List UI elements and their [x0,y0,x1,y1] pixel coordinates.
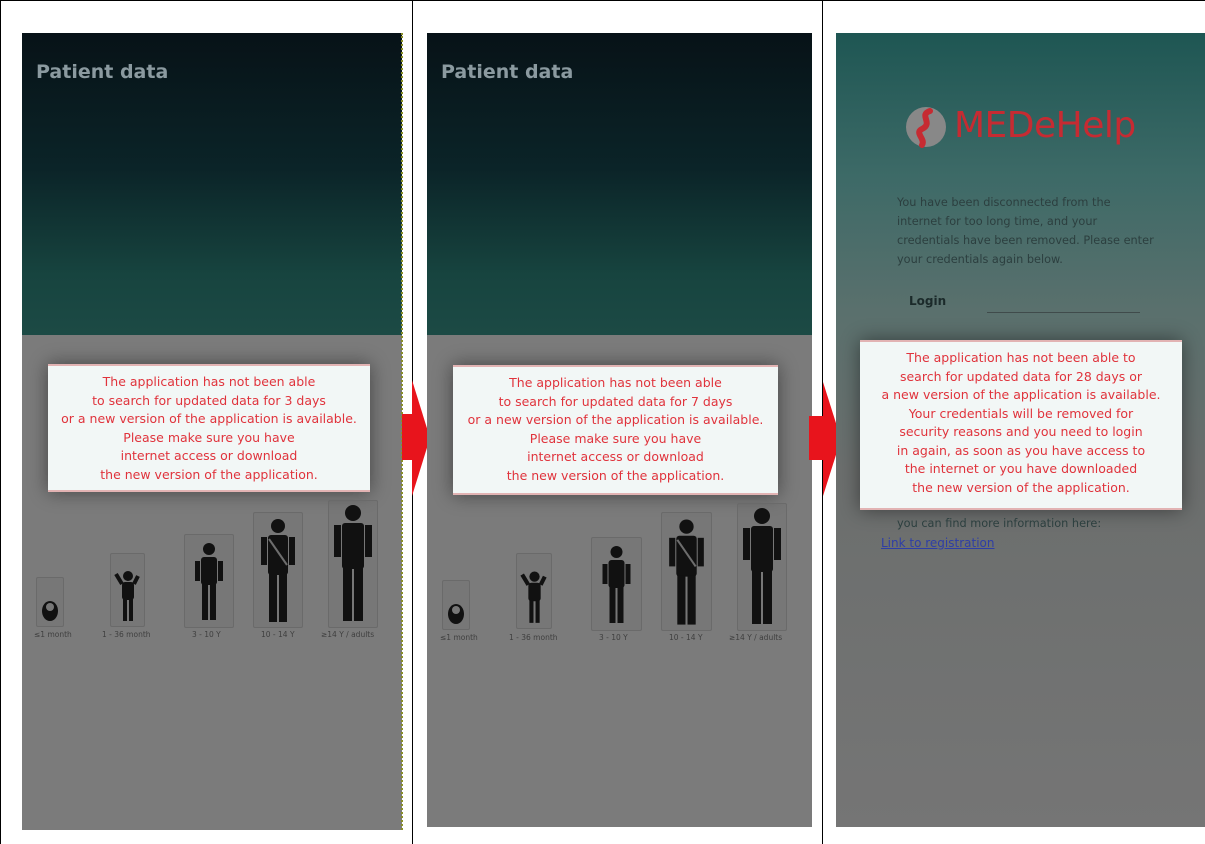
age-group-teen-button[interactable] [661,512,712,631]
adult-icon [334,505,372,621]
popup-line: The application has not been able [509,375,722,390]
popup-line: internet access or download [120,448,298,463]
screen-3-days: Patient data The application has not bee… [22,33,402,830]
logo-text: MEDeHelp [954,105,1136,146]
age-group-label: ≤1 month [34,630,72,639]
medehelp-logo-icon [906,107,946,148]
screen-28-days-login: MEDeHelp You have been disconnected from… [836,33,1205,827]
age-group-label: 3 - 10 Y [599,633,628,642]
popup-line: The application has not been able [102,374,316,389]
popup-line: internet access or download [527,449,704,464]
popup-line: the new version of the application. [100,466,318,482]
popup-line: to search for updated data for 7 days [498,393,733,409]
registration-link[interactable]: Link to registration [881,536,994,550]
infant-icon [42,601,58,621]
teen-icon [261,519,295,622]
toddler-icon [520,571,547,623]
login-input[interactable] [987,312,1140,313]
age-group-label: ≥14 Y / adults [729,633,783,642]
login-label: Login [909,294,947,308]
popup-line: Please make sure you have [529,430,702,446]
popup-line: in again, as soon as you have access to [896,442,1146,458]
popup-line: Your credentials will be removed for [908,405,1134,421]
age-group-toddler-button[interactable] [516,553,552,629]
page-title: Patient data [441,61,574,83]
popup-line: search for updated data for 28 days or [899,368,1143,384]
age-group-teen-button[interactable] [253,512,303,628]
popup-line: to search for updated data for 3 days [92,392,326,408]
age-group-label: 1 - 36 month [509,633,558,642]
toddler-icon [114,571,140,621]
popup-line: Please make sure you have [123,429,295,445]
age-group-toddler-button[interactable] [110,553,145,627]
more-info-text: you can find more information here: [897,517,1102,530]
age-group-child-button[interactable] [184,534,234,628]
child-icon [602,546,631,623]
popup-line: a new version of the application is avai… [881,387,1161,402]
age-group-newborn-button[interactable] [442,580,470,630]
infant-icon [448,604,464,624]
age-group-adult-button[interactable] [737,503,787,631]
update-warning-popup[interactable]: The application has not been able to sea… [48,364,370,492]
credentials-warning-popup[interactable]: The application has not been able to sea… [860,340,1182,510]
page-title: Patient data [36,61,169,83]
medehelp-logo: MEDeHelp [904,103,1144,153]
popup-line: the new version of the application. [506,467,725,483]
age-group-selector: ≤1 month 1 - 36 month 3 - 10 Y 10 - 14 Y… [22,500,402,660]
adult-icon [743,508,781,624]
child-icon [195,543,223,620]
screen-7-days: Patient data The application has not bee… [427,33,812,827]
age-group-adult-button[interactable] [328,500,378,628]
popup-line: or a new version of the application is a… [61,411,357,426]
age-group-label: ≤1 month [440,633,478,642]
disconnected-info-text: You have been disconnected from the inte… [897,196,1154,266]
update-warning-popup[interactable]: The application has not been able to sea… [453,365,778,495]
arrow-right-icon [402,380,430,496]
age-group-newborn-button[interactable] [36,577,64,627]
popup-line: the new version of the application. [912,479,1130,495]
teen-icon [669,519,704,625]
age-group-label: 10 - 14 Y [669,633,703,642]
age-group-selector: ≤1 month 1 - 36 month 3 - 10 Y 10 - 14 Y… [427,503,812,663]
popup-line: The application has not been able to [906,350,1136,365]
age-group-child-button[interactable] [591,537,642,631]
age-group-label: 3 - 10 Y [192,630,221,639]
age-group-label: ≥14 Y / adults [321,630,375,639]
age-group-label: 1 - 36 month [102,630,151,639]
age-group-label: 10 - 14 Y [261,630,295,639]
popup-line: the internet or you have downloaded [904,461,1138,476]
popup-line: or a new version of the application is a… [467,412,764,427]
popup-line: security reasons and you need to login [899,424,1143,439]
